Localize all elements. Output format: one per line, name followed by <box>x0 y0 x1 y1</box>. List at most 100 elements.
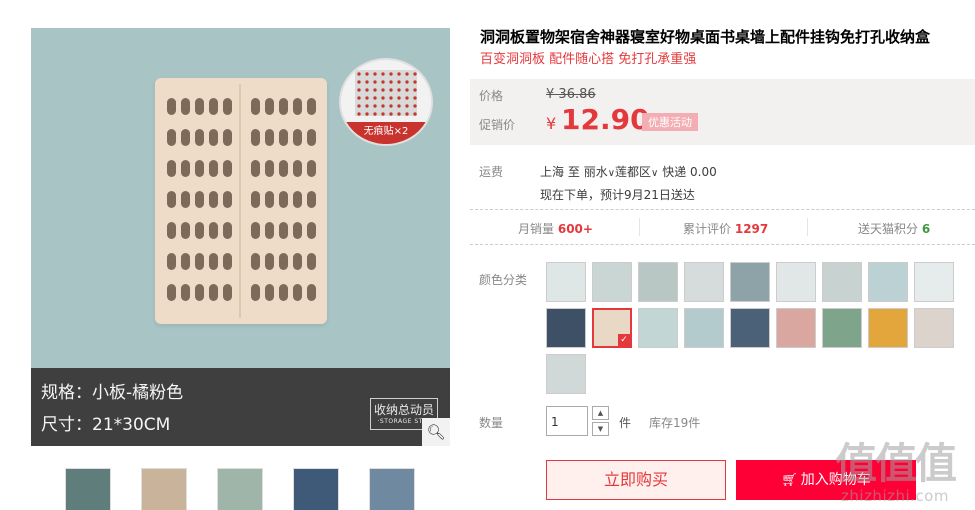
pegboard-slot <box>293 98 302 115</box>
stat-divider <box>639 218 640 236</box>
pegboard-slot <box>251 222 260 239</box>
color-option[interactable] <box>822 308 862 348</box>
sticker-badge: 无痕贴×2 <box>341 60 431 144</box>
cart-icon: 🛒︎ <box>781 473 798 488</box>
pegboard-slot <box>223 160 232 177</box>
product-subtitle: 百变洞洞板 配件随心搭 免打孔承重强 <box>480 52 697 67</box>
color-option[interactable] <box>914 308 954 348</box>
color-option[interactable] <box>684 262 724 302</box>
color-option[interactable] <box>592 262 632 302</box>
color-option[interactable]: ✓ <box>592 308 632 348</box>
promo-currency: ¥ <box>546 114 557 133</box>
color-option[interactable] <box>776 262 816 302</box>
city-selector[interactable]: 丽水∨ <box>584 165 615 179</box>
pegboard-slot <box>223 191 232 208</box>
color-option[interactable] <box>684 308 724 348</box>
color-option[interactable] <box>730 262 770 302</box>
pegboard-slot <box>307 191 316 208</box>
promo-tag[interactable]: 优惠活动 <box>642 113 698 131</box>
color-option[interactable] <box>546 262 586 302</box>
pegboard-slot <box>181 129 190 146</box>
pegboard-slot <box>209 284 218 301</box>
pegboard-slot <box>223 98 232 115</box>
magnifier-icon[interactable]: 🔍︎ <box>422 418 450 446</box>
tmall-points-label: 送天猫积分 <box>858 222 919 236</box>
color-option[interactable] <box>546 308 586 348</box>
pegboard-slot <box>209 160 218 177</box>
pegboard-slot <box>279 129 288 146</box>
spec-line-size: 规格：小板-橘粉色 <box>41 383 184 403</box>
original-price-value: 36.86 <box>558 87 596 102</box>
pegboard-slot <box>307 222 316 239</box>
pegboard-slot <box>167 222 176 239</box>
pegboard-slot <box>265 253 274 270</box>
thumbnail-1[interactable] <box>65 468 111 510</box>
pegboard-slot <box>195 284 204 301</box>
pegboard-slot <box>293 129 302 146</box>
pegboard-slot <box>307 160 316 177</box>
shipping-label: 运费 <box>479 165 504 179</box>
color-option[interactable] <box>546 354 586 394</box>
thumbnail-3[interactable] <box>217 468 263 510</box>
pegboard-slot <box>209 222 218 239</box>
color-option[interactable] <box>868 262 908 302</box>
quantity-increase-button[interactable]: ▲ <box>592 406 609 420</box>
pegboard-slot <box>265 98 274 115</box>
stat-divider <box>807 218 808 236</box>
thumbnail-5[interactable] <box>369 468 415 510</box>
quantity-input[interactable]: 1 <box>546 406 588 436</box>
pegboard-slot <box>251 253 260 270</box>
pegboard-slot <box>293 284 302 301</box>
monthly-sales-value: 600+ <box>557 222 593 236</box>
main-product-image[interactable]: 无痕贴×2 规格：小板-橘粉色 尺寸：21*30CM 收纳总动员 ·STORAG… <box>31 28 450 446</box>
thumbnail-2[interactable] <box>141 468 187 510</box>
pegboard-slot <box>279 253 288 270</box>
pegboard-slot <box>167 284 176 301</box>
watermark: 值值值 zhizhizhi.com <box>820 430 970 505</box>
pegboard-slot <box>265 191 274 208</box>
pegboard-slot <box>307 98 316 115</box>
pegboard-slot <box>223 284 232 301</box>
watermark-logo: 值值值 <box>834 439 957 488</box>
pegboard-slot <box>181 253 190 270</box>
shipping-line: 上海 至 丽水∨莲都区∨ 快递 0.00 <box>540 163 717 180</box>
quantity-label: 数量 <box>479 416 504 430</box>
color-option[interactable] <box>730 308 770 348</box>
spec-caption-bar: 规格：小板-橘粉色 尺寸：21*30CM 收纳总动员 ·STORAGE STO· <box>31 368 450 446</box>
pegboard-slot <box>279 222 288 239</box>
chevron-down-icon: ∨ <box>651 168 659 179</box>
thumbnail-4[interactable] <box>293 468 339 510</box>
review-count-label: 累计评价 <box>683 222 732 236</box>
pegboard-slot <box>195 129 204 146</box>
district-selector[interactable]: 莲都区∨ <box>615 165 658 179</box>
pegboard-slot <box>279 98 288 115</box>
pegboard-slot <box>307 253 316 270</box>
pegboard-slot <box>181 98 190 115</box>
pegboard-slot <box>181 191 190 208</box>
chevron-down-icon: ∨ <box>607 168 616 179</box>
pegboard-slot <box>265 222 274 239</box>
stock-count: 库存19件 <box>649 416 701 430</box>
pegboard-slot <box>167 191 176 208</box>
pegboard-slot <box>293 160 302 177</box>
review-count[interactable]: 累计评价 1297 <box>683 220 768 237</box>
color-option[interactable] <box>914 262 954 302</box>
pegboard-slot <box>279 284 288 301</box>
shipping-fee: 快递 0.00 <box>662 165 717 179</box>
pegboard-slot <box>209 191 218 208</box>
original-currency: ¥ <box>546 87 555 102</box>
color-option[interactable] <box>776 308 816 348</box>
pegboard-slot <box>209 98 218 115</box>
pegboard-slot <box>265 129 274 146</box>
color-option[interactable] <box>638 262 678 302</box>
pegboard-slot <box>223 222 232 239</box>
color-option[interactable] <box>822 262 862 302</box>
product-title: 洞洞板置物架宿舍神器寝室好物桌面书桌墙上配件挂钩免打孔收纳盒 <box>480 28 931 46</box>
color-option[interactable] <box>638 308 678 348</box>
pegboard-slot <box>265 160 274 177</box>
original-price: ¥ 36.86 <box>546 87 596 102</box>
quantity-decrease-button[interactable]: ▼ <box>592 422 609 436</box>
color-option[interactable] <box>868 308 908 348</box>
brand-name: 收纳总动员 <box>373 403 434 417</box>
buy-now-button[interactable]: 立即购买 <box>546 460 726 500</box>
